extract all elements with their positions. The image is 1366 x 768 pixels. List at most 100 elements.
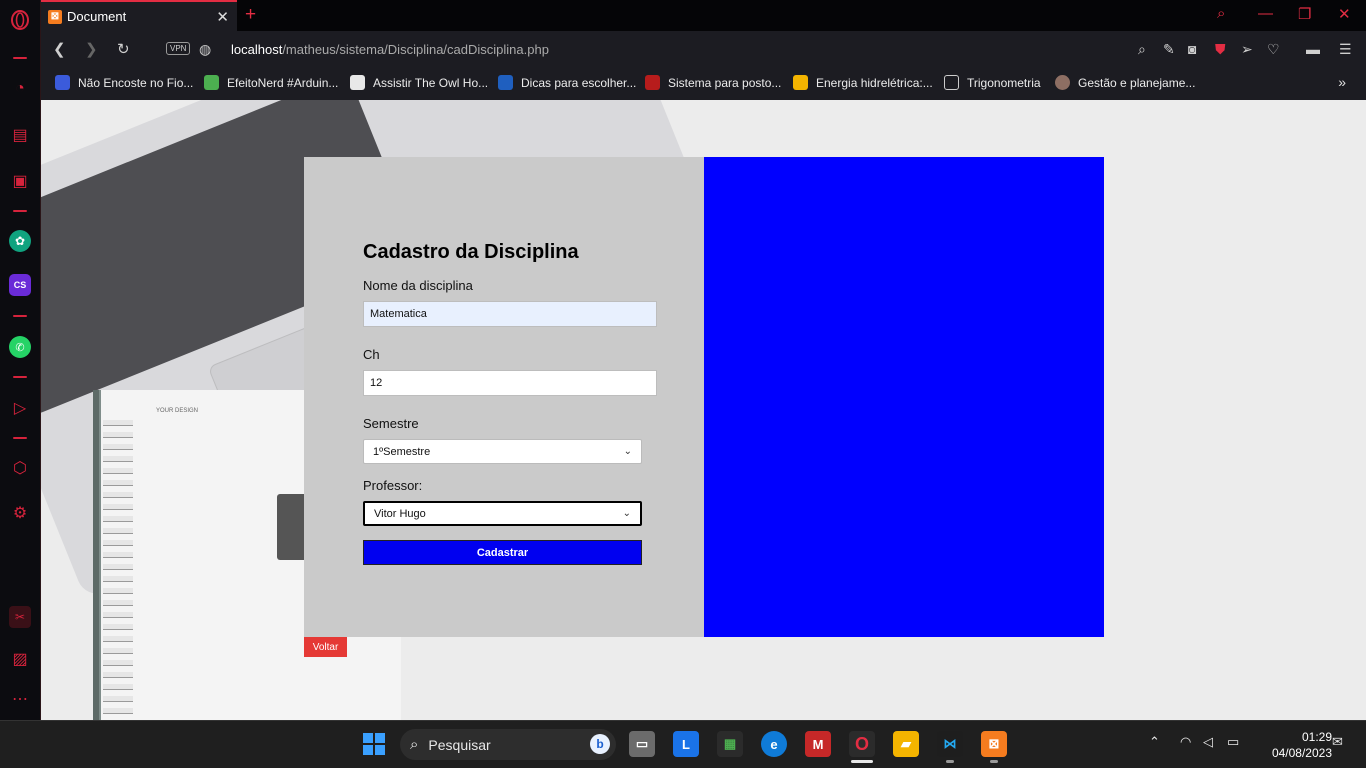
sidebar-separator xyxy=(13,376,27,378)
file-explorer-icon[interactable]: ▰ xyxy=(893,731,919,757)
search-tabs-icon[interactable]: ⌕ xyxy=(1217,5,1225,22)
whatsapp-icon[interactable]: ✆ xyxy=(9,336,31,358)
zoom-search-icon[interactable]: ⌕ xyxy=(1138,41,1146,58)
bookmark-item[interactable]: Sistema para posto... xyxy=(645,75,781,90)
professor-select[interactable]: Vitor Hugo ⌄ xyxy=(363,501,642,526)
discipline-form: Cadastro da Disciplina Nome da disciplin… xyxy=(363,241,663,565)
l-app-icon[interactable]: L xyxy=(673,731,699,757)
chevron-more-icon[interactable]: » xyxy=(1338,74,1346,90)
xampp-taskbar-icon[interactable]: ⊠ xyxy=(981,731,1007,757)
new-tab-icon[interactable]: + xyxy=(245,4,256,26)
forward-icon[interactable]: ❯ xyxy=(85,40,98,58)
bookmark-item[interactable]: Dicas para escolher... xyxy=(498,75,636,90)
minimize-icon[interactable]: — xyxy=(1258,5,1273,22)
bookmark-item[interactable]: EfeitoNerd #Arduin... xyxy=(204,75,338,90)
xampp-icon: ⊠ xyxy=(48,9,62,24)
volume-icon[interactable]: ◁ xyxy=(1203,734,1213,750)
bookmark-label: Energia hidrelétrica:... xyxy=(816,75,933,90)
sidebar-separator xyxy=(13,57,27,59)
clock-date: 04/08/2023 xyxy=(1271,746,1332,760)
battery-icon[interactable]: ▭ xyxy=(1227,734,1239,750)
battery-saver-icon[interactable]: ▬ xyxy=(1306,41,1320,57)
chevron-up-icon[interactable]: ⌃ xyxy=(1149,734,1160,750)
running-indicator xyxy=(990,760,998,763)
opera-taskbar-icon[interactable]: O xyxy=(849,731,875,757)
store-icon[interactable]: ▦ xyxy=(717,731,743,757)
chatgpt-icon[interactable]: ✿ xyxy=(9,230,31,252)
windows-taskbar: ⌕ Pesquisar b ▭ L ▦ e M O ▰ ⋈ ⊠ ⌃ ◠ ◁ ▭ … xyxy=(0,720,1366,768)
clock-time: 01:29 xyxy=(1301,730,1332,744)
circle-icon xyxy=(1055,75,1070,90)
camera-icon[interactable]: ◙ xyxy=(1188,41,1196,57)
more-icon[interactable]: ⋯ xyxy=(9,688,31,710)
task-view-icon[interactable]: ▭ xyxy=(629,731,655,757)
bookmark-item[interactable]: Energia hidrelétrica:... xyxy=(793,75,933,90)
cube-icon[interactable]: ⬡ xyxy=(9,457,31,479)
voltar-button[interactable]: Voltar xyxy=(304,637,347,657)
vpn-badge[interactable]: VPN xyxy=(166,42,191,55)
semestre-select[interactable]: 1ºSemestre ⌄ xyxy=(363,439,642,464)
taskbar-search[interactable]: ⌕ Pesquisar b xyxy=(400,729,616,760)
vscode-icon[interactable]: ⋈ xyxy=(937,731,963,757)
bookmark-item[interactable]: Gestão e planejame... xyxy=(1055,75,1195,90)
professor-value: Vitor Hugo xyxy=(374,507,426,520)
url-field[interactable]: localhost/matheus/sistema/Disciplina/cad… xyxy=(231,42,549,57)
url-host: localhost xyxy=(231,42,283,57)
flag-icon xyxy=(645,75,660,90)
bookmark-label: Assistir The Owl Ho... xyxy=(373,75,489,90)
edge-icon[interactable]: e xyxy=(761,731,787,757)
tab-bar: ⊠ Document ✕ + ⌕ — ❐ ✕ xyxy=(41,0,1366,31)
form-card: Cadastro da Disciplina Nome da disciplin… xyxy=(304,157,704,637)
aria-chip-icon[interactable]: ▣ xyxy=(9,170,31,192)
bookmark-item[interactable]: Assistir The Owl Ho... xyxy=(350,75,488,90)
speed-dial-icon[interactable]: ◔ xyxy=(9,78,31,100)
semestre-value: 1ºSemestre xyxy=(373,445,431,458)
window-close-icon[interactable]: ✕ xyxy=(1338,5,1351,23)
back-icon[interactable]: ❮ xyxy=(53,40,66,58)
system-clock[interactable]: 01:29 04/08/2023 xyxy=(1252,729,1332,761)
bookmark-item[interactable]: Não Encoste no Fio... xyxy=(55,75,193,90)
owl-icon xyxy=(350,75,365,90)
url-path: /matheus/sistema/Disciplina/cadDisciplin… xyxy=(282,42,549,57)
bookmark-item[interactable]: Trigonometria xyxy=(944,75,1041,90)
tools-icon[interactable]: ✂ xyxy=(9,606,31,628)
search-icon: ⌕ xyxy=(410,736,419,753)
pencil-icon xyxy=(204,75,219,90)
settings-icon[interactable]: ⚙ xyxy=(9,502,31,524)
bookmark-label: EfeitoNerd #Arduin... xyxy=(227,75,339,90)
address-bar: ❮ ❯ ↻ VPN ◍ localhost/matheus/sistema/Di… xyxy=(41,31,1366,68)
ch-input[interactable]: 12 xyxy=(363,370,657,396)
sidebar-separator xyxy=(13,437,27,439)
notification-icon[interactable]: ✉ xyxy=(1332,734,1343,750)
wifi-icon[interactable]: ◠ xyxy=(1180,734,1191,750)
puzzle-icon xyxy=(55,75,70,90)
bookmarks-bar: Não Encoste no Fio... EfeitoNerd #Arduin… xyxy=(41,68,1366,100)
mcafee-icon[interactable]: M xyxy=(805,731,831,757)
windows-start-icon[interactable] xyxy=(361,731,387,757)
cs-app-icon[interactable]: CS xyxy=(9,274,31,296)
bookmark-label: Sistema para posto... xyxy=(668,75,782,90)
easy-setup-icon[interactable]: ☰ xyxy=(1339,41,1352,58)
briefcase-icon[interactable]: ▤ xyxy=(9,124,31,146)
send-icon[interactable]: ➢ xyxy=(1241,41,1253,58)
nome-input[interactable]: Matematica xyxy=(363,301,657,327)
notebook-cover-text: YOUR DESIGN xyxy=(156,408,199,414)
opera-logo-icon[interactable] xyxy=(9,9,31,31)
player-icon[interactable]: ▷ xyxy=(9,397,31,419)
bookmark-label: Trigonometria xyxy=(967,75,1041,90)
gallery-icon[interactable]: ▨ xyxy=(9,648,31,670)
bing-icon[interactable]: b xyxy=(590,734,610,754)
page-viewport: YOUR DESIGN Cadastro da Disciplina Nome … xyxy=(41,100,1366,720)
tab-document[interactable]: ⊠ Document ✕ xyxy=(41,0,237,31)
reload-icon[interactable]: ↻ xyxy=(117,40,130,58)
ch-label: Ch xyxy=(363,347,380,362)
restore-icon[interactable]: ❐ xyxy=(1298,5,1311,23)
share-icon[interactable]: ✎ xyxy=(1163,41,1175,58)
chevron-down-icon: ⌄ xyxy=(623,446,632,457)
shield-icon[interactable]: ⛊ xyxy=(1215,41,1226,58)
close-icon[interactable]: ✕ xyxy=(216,8,229,26)
cadastrar-button[interactable]: Cadastrar xyxy=(363,540,642,565)
professor-label: Professor: xyxy=(363,478,423,493)
heart-icon[interactable]: ♡ xyxy=(1267,41,1280,58)
globe-icon[interactable]: ◍ xyxy=(199,41,211,58)
